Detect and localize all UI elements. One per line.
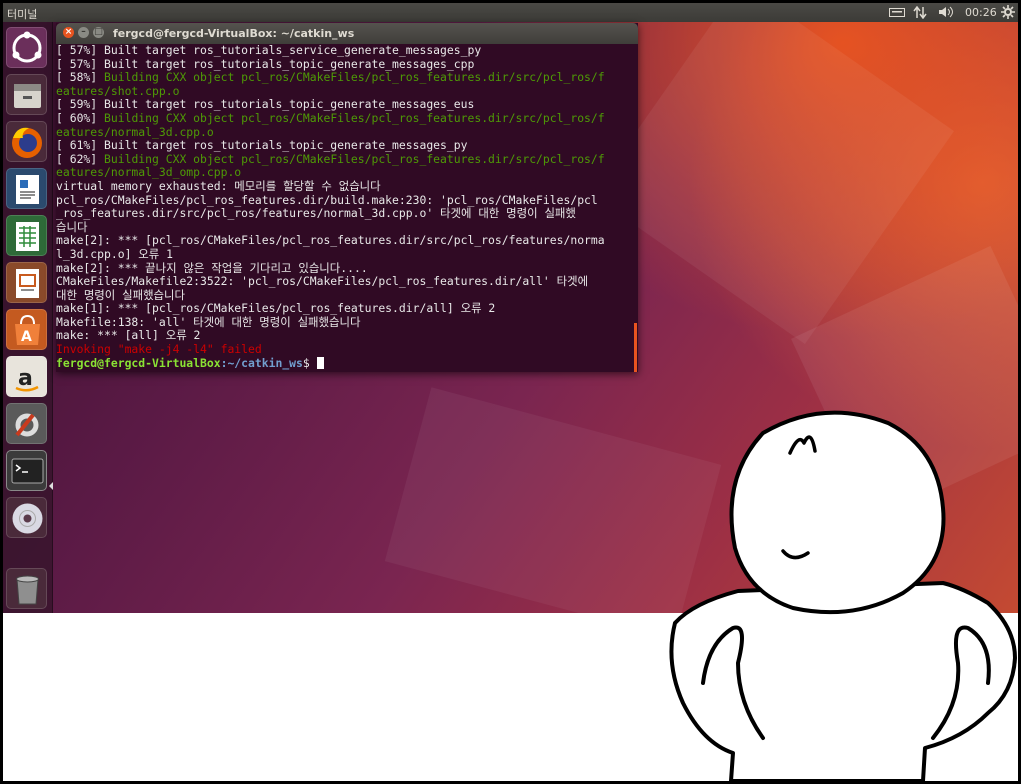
screenshot-frame: 터미널 00:26 A a × – □ fergcd@fergcd-Virtua…: [0, 0, 1021, 784]
stick-figure-drawing: [669, 410, 1017, 781]
